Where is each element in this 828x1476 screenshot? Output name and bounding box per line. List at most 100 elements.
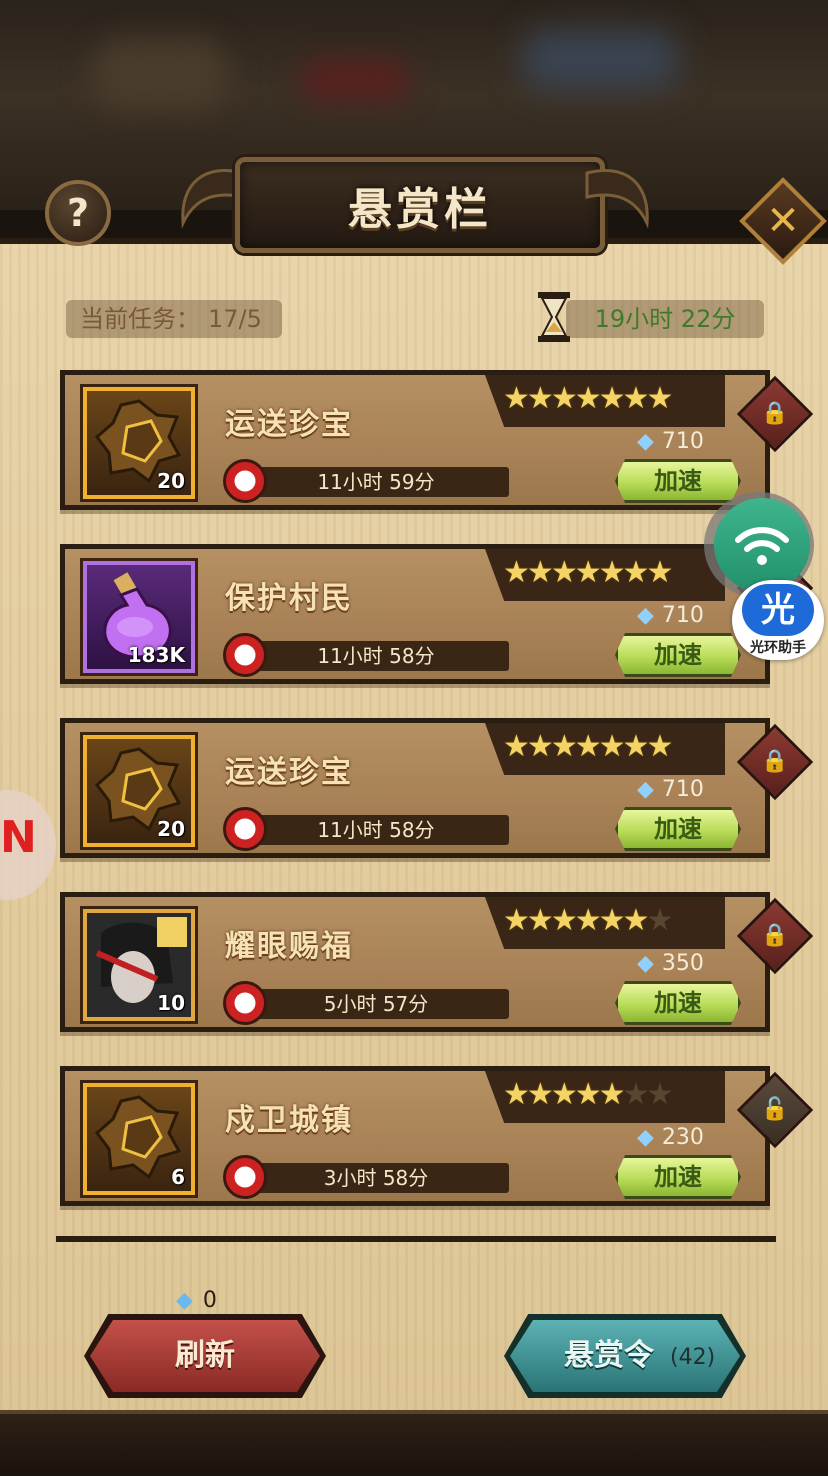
star-filled-icon: ★: [526, 555, 554, 590]
refresh-button[interactable]: 刷新: [90, 1320, 320, 1392]
lock-icon: 🔒: [761, 749, 789, 774]
speed-up-button[interactable]: 加速: [615, 981, 741, 1025]
star-rating: ★★★★★★★: [503, 727, 723, 767]
speedup-cost: ◆ 710: [637, 775, 747, 805]
bounty-order-label: 悬赏令: [564, 1338, 654, 1373]
page-title: 悬赏栏: [348, 184, 492, 235]
quest-timer: 11小时 59分: [243, 467, 509, 497]
star-filled-icon: ★: [550, 903, 578, 938]
quest-timer: 11小时 58分: [243, 641, 509, 671]
clock-icon: [223, 807, 267, 851]
diamond-icon: ◆: [176, 1288, 193, 1313]
star-filled-icon: ★: [574, 729, 602, 764]
side-float-icon: N: [0, 812, 37, 863]
star-empty-icon: ★: [646, 1077, 673, 1112]
title-banner: 悬赏栏: [175, 145, 655, 255]
speedup-cost-value: 710: [661, 777, 704, 802]
assistant-logo: 光: [742, 584, 814, 636]
star-rating: ★★★★★★★: [503, 901, 723, 941]
reward-count: 20: [157, 469, 185, 493]
star-filled-icon: ★: [526, 1077, 554, 1112]
quest-card[interactable]: 6 戍卫城镇 3小时 58分 ★★★★★★★ 🔓 ◆ 230 加速: [60, 1066, 814, 1206]
star-filled-icon: ★: [503, 1077, 530, 1112]
star-filled-icon: ★: [622, 729, 650, 764]
refresh-timer: 19小时 22分: [566, 300, 764, 338]
speedup-cost-value: 230: [661, 1125, 704, 1150]
speedup-cost-value: 350: [661, 951, 704, 976]
star-rating: ★★★★★★★: [503, 379, 723, 419]
star-rating: ★★★★★★★: [503, 1075, 723, 1115]
reward-icon-frame: 20: [83, 387, 195, 499]
star-rating: ★★★★★★★: [503, 553, 723, 593]
list-end-divider: [56, 1236, 776, 1242]
clock-icon: [223, 633, 267, 677]
close-icon: ✕: [766, 198, 800, 244]
quest-card[interactable]: 20 运送珍宝 11小时 59分 ★★★★★★★ 🔒 ◆ 710 加速: [60, 370, 814, 510]
star-filled-icon: ★: [574, 1077, 602, 1112]
star-filled-icon: ★: [622, 903, 650, 938]
star-filled-icon: ★: [598, 555, 626, 590]
lock-icon: 🔒: [761, 923, 789, 948]
reward-icon-frame: 183K: [83, 561, 195, 673]
wifi-icon: [714, 498, 810, 592]
star-filled-icon: ★: [598, 729, 626, 764]
star-filled-icon: ★: [503, 903, 530, 938]
star-filled-icon: ★: [526, 903, 554, 938]
star-filled-icon: ★: [550, 1077, 578, 1112]
reward-icon-frame: 20: [83, 735, 195, 847]
star-filled-icon: ★: [503, 555, 530, 590]
star-filled-icon: ★: [550, 381, 578, 416]
lock-icon: 🔒: [761, 401, 789, 426]
diamond-icon: ◆: [637, 429, 654, 454]
quest-name: 保护村民: [225, 581, 353, 616]
star-filled-icon: ★: [646, 729, 673, 764]
star-filled-icon: ★: [598, 381, 626, 416]
star-filled-icon: ★: [598, 903, 626, 938]
reward-count: 20: [157, 817, 185, 841]
speed-up-button[interactable]: 加速: [615, 633, 741, 677]
star-filled-icon: ★: [574, 903, 602, 938]
clock-icon: [223, 1155, 267, 1199]
star-filled-icon: ★: [574, 555, 602, 590]
speedup-cost: ◆ 230: [637, 1123, 747, 1153]
star-filled-icon: ★: [503, 729, 530, 764]
unlock-icon: 🔓: [761, 1097, 789, 1122]
bounty-order-button[interactable]: 悬赏令 (42): [510, 1320, 740, 1392]
star-filled-icon: ★: [574, 381, 602, 416]
assistant-label: 光环助手: [750, 640, 806, 656]
star-filled-icon: ★: [646, 381, 673, 416]
horn-ornament-right-icon: [585, 168, 649, 229]
diamond-icon: ◆: [637, 777, 654, 802]
quest-timer: 3小时 58分: [243, 1163, 509, 1193]
clock-icon: [223, 459, 267, 503]
speed-up-button[interactable]: 加速: [615, 807, 741, 851]
quest-timer: 11小时 58分: [243, 815, 509, 845]
reward-count: 6: [171, 1165, 185, 1189]
speedup-cost-value: 710: [661, 429, 704, 454]
quest-name: 耀眼赐福: [225, 929, 353, 964]
bounty-order-count: (42): [670, 1345, 716, 1370]
panel-bottom-frame: [0, 1410, 828, 1476]
refresh-cost-value: 0: [202, 1288, 217, 1313]
current-tasks-value: 17/5: [208, 305, 262, 333]
diamond-icon: ◆: [637, 951, 654, 976]
reward-icon-frame: 6: [83, 1083, 195, 1195]
star-empty-icon: ★: [622, 1077, 650, 1112]
quest-card[interactable]: 20 运送珍宝 11小时 58分 ★★★★★★★ 🔒 ◆ 710 加速: [60, 718, 814, 858]
star-filled-icon: ★: [550, 555, 578, 590]
speed-up-button[interactable]: 加速: [615, 1155, 741, 1199]
quest-name: 戍卫城镇: [225, 1103, 353, 1138]
reward-count: 183K: [127, 643, 185, 667]
quest-name: 运送珍宝: [225, 755, 353, 790]
diamond-icon: ◆: [637, 603, 654, 628]
refresh-cost: ◆ 0: [176, 1288, 217, 1313]
star-filled-icon: ★: [622, 555, 650, 590]
speedup-cost: ◆ 350: [637, 949, 747, 979]
quest-card[interactable]: 10 耀眼赐福 5小时 57分 ★★★★★★★ 🔒 ◆ 350 加速: [60, 892, 814, 1032]
quest-card[interactable]: 183K保护村民11小时 58分★★★★★★★🔒◆710加速: [60, 544, 814, 684]
current-tasks-pill: 当前任务： 17/5: [66, 300, 282, 338]
help-button[interactable]: ?: [45, 180, 111, 246]
diamond-icon: ◆: [637, 1125, 654, 1150]
star-filled-icon: ★: [503, 381, 530, 416]
speed-up-button[interactable]: 加速: [615, 459, 741, 503]
